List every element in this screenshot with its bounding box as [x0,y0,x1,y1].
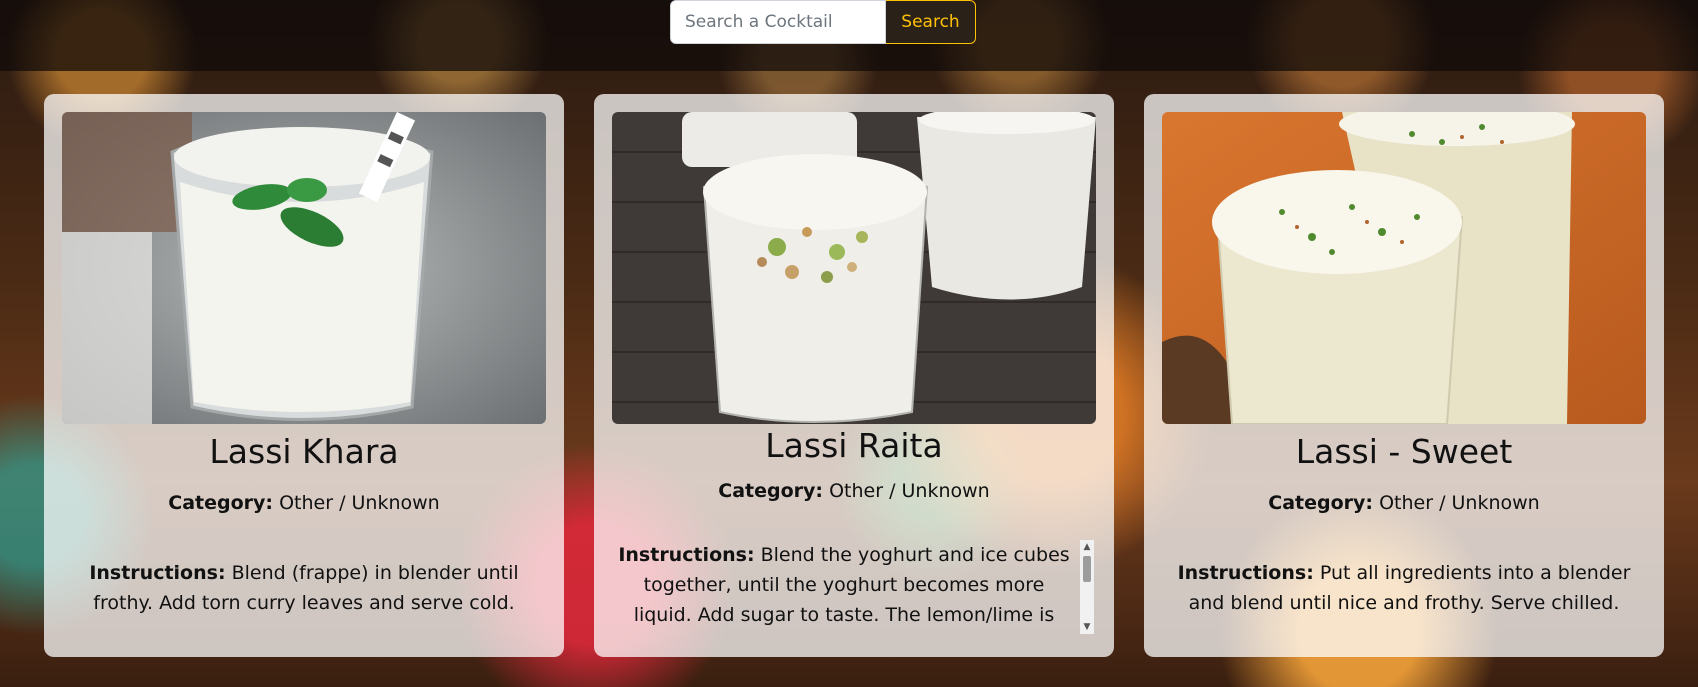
scrollbar-thumb[interactable] [1083,556,1091,582]
drink-image [1162,112,1646,424]
instructions-scroll-area[interactable]: Instructions: Blend the yoghurt and ice … [614,540,1094,634]
drink-card: Lassi Raita Category: Other / Unknown In… [594,94,1114,657]
drink-name: Lassi Khara [209,432,399,471]
drink-name: Lassi Raita [765,426,943,465]
category-label: Category: [1268,492,1374,514]
instructions-label: Instructions: [89,562,226,584]
drink-category: Category: Other / Unknown [44,492,564,514]
scroll-up-arrow-icon[interactable]: ▲ [1080,540,1094,554]
drink-card: Lassi - Sweet Category: Other / Unknown … [1144,94,1664,657]
scroll-down-arrow-icon[interactable]: ▼ [1080,620,1094,634]
instructions-label: Instructions: [1177,562,1314,584]
search-form: Search [670,0,976,44]
drink-image [612,112,1096,424]
drink-category: Category: Other / Unknown [1144,492,1664,514]
drink-instructions: Instructions: Blend the yoghurt and ice … [614,540,1074,634]
drink-name: Lassi - Sweet [1295,432,1513,471]
drink-image [62,112,546,424]
category-label: Category: [168,492,274,514]
category-label: Category: [718,480,824,502]
drink-instructions: Instructions: Blend (frappe) in blender … [64,558,544,618]
instructions-label: Instructions: [618,544,755,566]
category-value: Other / Unknown [829,480,990,502]
category-value: Other / Unknown [1379,492,1540,514]
top-navbar: Search [0,0,1698,71]
search-button[interactable]: Search [886,0,976,44]
drink-category: Category: Other / Unknown [594,480,1114,502]
drink-card: Lassi Khara Category: Other / Unknown In… [44,94,564,657]
category-value: Other / Unknown [279,492,440,514]
scrollbar[interactable]: ▲ ▼ [1080,540,1094,634]
drink-instructions: Instructions: Put all ingredients into a… [1164,558,1644,618]
search-input[interactable] [670,0,886,44]
